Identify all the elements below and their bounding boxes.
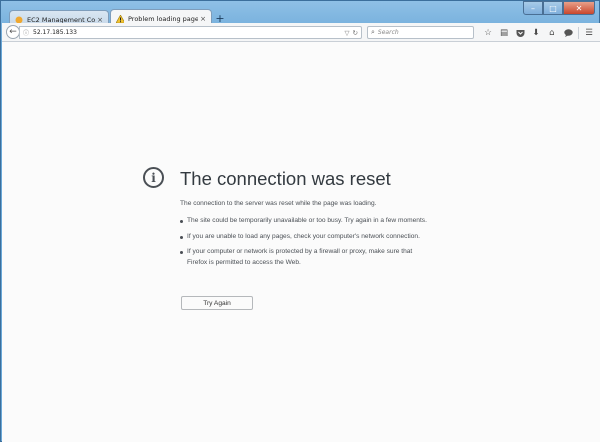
- close-window-button[interactable]: ✕: [563, 1, 595, 15]
- pocket-icon[interactable]: [512, 25, 528, 40]
- downloads-icon[interactable]: ⬇: [528, 25, 544, 40]
- tab-label: Problem loading page: [128, 15, 198, 23]
- info-icon: i: [143, 167, 164, 188]
- list-item: If you are unable to load any pages, che…: [180, 232, 430, 243]
- search-icon: ⌕: [371, 28, 375, 36]
- toolbar: ☆ ▤ ⬇ ⌂ ☰: [480, 25, 597, 41]
- browser-window: EC2 Management Console × Problem loading…: [0, 0, 600, 442]
- search-input[interactable]: ⌕ Search: [367, 26, 474, 39]
- maximize-button[interactable]: □: [543, 1, 563, 15]
- list-item: The site could be temporarily unavailabl…: [180, 216, 430, 227]
- site-info-icon[interactable]: ⓘ: [23, 28, 31, 37]
- url-text[interactable]: 52.17.185.133: [33, 29, 345, 36]
- menu-icon[interactable]: ☰: [581, 25, 597, 40]
- error-description: The connection to the server was reset w…: [180, 200, 377, 207]
- navigation-bar: ← ⓘ 52.17.185.133 ▽ ↻ ⌕ Search ☆ ▤ ⬇ ⌂ ☰: [2, 23, 600, 42]
- back-button[interactable]: ←: [6, 25, 20, 39]
- error-title: The connection was reset: [180, 168, 391, 189]
- toolbar-separator: [578, 27, 579, 39]
- home-icon[interactable]: ⌂: [544, 25, 560, 40]
- search-placeholder: Search: [377, 29, 399, 36]
- window-controls: – □ ✕: [523, 1, 595, 15]
- chat-icon[interactable]: [560, 25, 576, 40]
- url-bar[interactable]: ⓘ 52.17.185.133 ▽ ↻: [19, 26, 362, 39]
- page-content: i The connection was reset The connectio…: [2, 42, 600, 442]
- error-suggestions: The site could be temporarily unavailabl…: [180, 216, 430, 273]
- reload-icon[interactable]: ↻: [353, 29, 358, 37]
- minimize-button[interactable]: –: [523, 1, 543, 15]
- list-item: If your computer or network is protected…: [180, 247, 430, 268]
- library-icon[interactable]: ▤: [496, 25, 512, 40]
- close-tab-icon[interactable]: ×: [198, 15, 208, 23]
- warning-icon: [116, 15, 124, 23]
- star-icon[interactable]: ☆: [480, 25, 496, 40]
- url-dropdown-icon[interactable]: ▽: [345, 29, 350, 37]
- try-again-button[interactable]: Try Again: [181, 296, 253, 310]
